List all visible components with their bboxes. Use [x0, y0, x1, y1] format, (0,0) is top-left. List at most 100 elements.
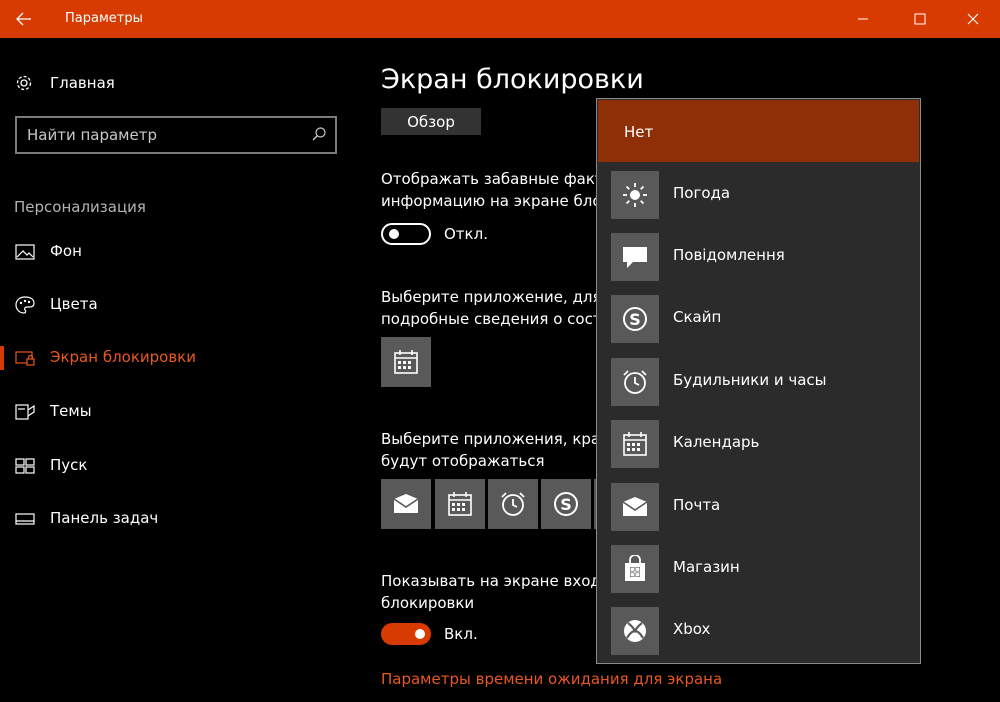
quick-status-tile-alarms[interactable] [488, 479, 538, 529]
flyout-item-label: Повідомлення [673, 246, 785, 264]
picture-icon [15, 244, 35, 260]
store-icon [625, 555, 645, 581]
flyout-item-label: Календарь [673, 433, 760, 451]
skype-icon: S [623, 307, 647, 331]
taskbar-icon [15, 513, 35, 525]
flyout-item-alarms[interactable]: Будильники и часы [597, 350, 920, 412]
minimize-button[interactable] [840, 0, 886, 38]
sidebar: Главная Персонализация Фон Цвета Экран б… [0, 38, 360, 702]
back-button[interactable] [0, 0, 48, 38]
sidebar-item-label: Фон [50, 242, 82, 260]
fun-facts-toggle-label: Откл. [444, 225, 488, 243]
themes-icon [15, 404, 35, 420]
detailed-status-app-tile[interactable] [381, 337, 431, 387]
flyout-item-label: Магазин [673, 558, 740, 576]
signin-toggle-label: Вкл. [444, 625, 478, 643]
sidebar-item-label: Экран блокировки [50, 348, 196, 366]
home-label: Главная [50, 74, 115, 92]
search-icon [312, 127, 326, 141]
app-picker-flyout: Нет Погода Повідомлення S Скайп Будильни… [596, 98, 921, 664]
flyout-item-label: Нет [624, 123, 654, 141]
palette-icon [15, 296, 35, 314]
signin-toggle[interactable] [381, 623, 431, 645]
flyout-item-label: Будильники и часы [673, 371, 827, 389]
sidebar-item-label: Цвета [50, 295, 98, 313]
svg-text:S: S [560, 495, 572, 514]
flyout-item-calendar[interactable]: Календарь [597, 412, 920, 474]
flyout-item-skype[interactable]: S Скайп [597, 287, 920, 349]
search-input[interactable] [27, 125, 297, 145]
window-title: Параметры [65, 11, 143, 26]
sidebar-item-colors[interactable]: Цвета [0, 287, 360, 323]
fun-facts-toggle[interactable] [381, 223, 431, 245]
fun-facts-text-line2: информацию на экране бло [381, 192, 602, 210]
calendar-icon [394, 350, 418, 374]
sidebar-item-label: Пуск [50, 456, 88, 474]
gear-icon [16, 75, 32, 91]
mail-icon [622, 497, 648, 516]
flyout-item-messaging[interactable]: Повідомлення [597, 225, 920, 287]
flyout-item-label: Почта [673, 496, 721, 514]
flyout-item-label: Скайп [673, 308, 722, 326]
app-tile: S [611, 295, 659, 343]
toggle-knob [389, 229, 399, 239]
quick-status-tile-mail[interactable] [381, 479, 431, 529]
maximize-button[interactable] [897, 0, 943, 38]
quick-status-text-line1: Выберите приложения, крат [381, 430, 609, 448]
page-title: Экран блокировки [381, 64, 644, 95]
sidebar-item-background[interactable]: Фон [0, 234, 360, 270]
signin-text-line1: Показывать на экране входа [381, 572, 610, 590]
calendar-icon [448, 492, 472, 516]
screen-timeout-link[interactable]: Параметры времени ожидания для экрана [381, 670, 722, 688]
sidebar-item-themes[interactable]: Темы [0, 394, 360, 430]
app-tile [611, 233, 659, 281]
calendar-icon [623, 432, 647, 456]
skype-icon: S [554, 492, 578, 516]
svg-text:S: S [629, 310, 641, 329]
close-icon [967, 13, 979, 25]
sidebar-item-label: Темы [50, 402, 92, 420]
app-tile [611, 171, 659, 219]
flyout-item-label: Погода [673, 184, 731, 202]
sidebar-item-lock-screen[interactable]: Экран блокировки [0, 340, 360, 376]
xbox-icon [624, 620, 646, 642]
toggle-knob [415, 629, 425, 639]
quick-status-tile-calendar[interactable] [435, 479, 485, 529]
search-box[interactable] [15, 116, 337, 154]
quick-status-tile-skype[interactable]: S [541, 479, 591, 529]
sidebar-item-label: Панель задач [50, 509, 159, 527]
app-tile [611, 358, 659, 406]
detailed-status-text-line2: подробные сведения о сост [381, 310, 602, 328]
sidebar-item-taskbar[interactable]: Панель задач [0, 501, 360, 537]
app-tile [611, 420, 659, 468]
sidebar-item-start[interactable]: Пуск [0, 448, 360, 484]
detailed-status-text-line1: Выберите приложение, для [381, 288, 602, 306]
quick-status-text-line2: будут отображаться [381, 452, 545, 470]
minimize-icon [858, 18, 868, 20]
app-tile [611, 545, 659, 593]
flyout-item-store[interactable]: Магазин [597, 537, 920, 599]
alarm-icon [623, 370, 647, 394]
home-link[interactable]: Главная [14, 72, 115, 94]
flyout-item-mail[interactable]: Почта [597, 475, 920, 537]
title-bar: Параметры [0, 0, 1000, 38]
signin-text-line2: блокировки [381, 594, 475, 612]
message-icon [623, 247, 647, 268]
alarm-icon [501, 492, 525, 516]
flyout-item-weather[interactable]: Погода [597, 163, 920, 225]
active-indicator [0, 346, 4, 370]
flyout-item-xbox[interactable]: Xbox [597, 599, 920, 661]
browse-button[interactable]: Обзор [381, 108, 481, 135]
maximize-icon [914, 13, 926, 25]
back-arrow-icon [16, 12, 31, 26]
close-button[interactable] [950, 0, 996, 38]
app-tile [611, 483, 659, 531]
start-icon [15, 458, 35, 474]
mail-icon [393, 494, 419, 513]
weather-icon [623, 183, 647, 207]
flyout-item-none[interactable]: Нет [598, 100, 919, 162]
fun-facts-text-line1: Отображать забавные факты [381, 170, 616, 188]
section-header: Персонализация [14, 198, 146, 216]
app-tile [611, 607, 659, 655]
flyout-item-label: Xbox [673, 620, 711, 638]
